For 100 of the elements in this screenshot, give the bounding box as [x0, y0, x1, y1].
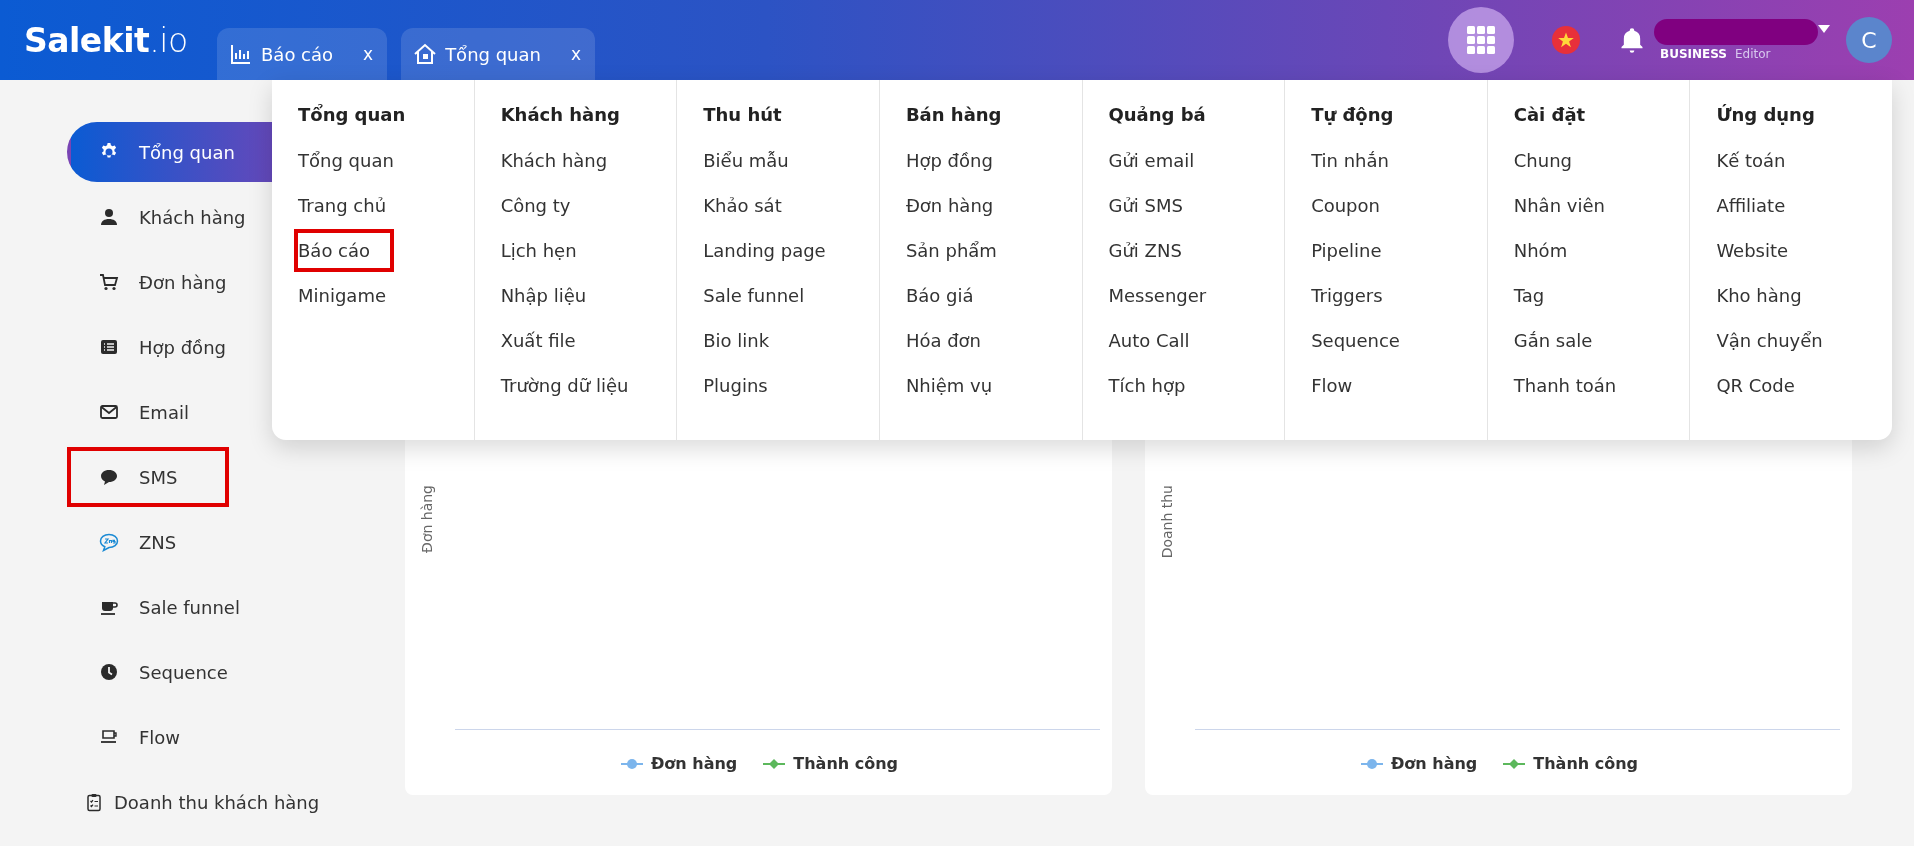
house-icon	[413, 42, 438, 66]
menu-item[interactable]: Trường dữ liệu	[496, 364, 653, 407]
menu-item[interactable]: Nhóm	[1509, 229, 1592, 272]
menu-item[interactable]: Tích hợp	[1104, 364, 1210, 407]
axis-label: Đơn hàng	[419, 485, 435, 553]
sidebar-item[interactable]: Hợp đồng	[67, 317, 254, 377]
menu-item[interactable]: Gửi SMS	[1104, 184, 1207, 227]
menu-heading: Tự động	[1310, 104, 1395, 125]
logo: Salekit.io	[24, 20, 189, 60]
legend-label: Thành công	[793, 754, 899, 773]
menu-item[interactable]: Messenger	[1104, 274, 1231, 317]
sidebar-label: Email	[139, 401, 189, 423]
legend-item[interactable]: Thành công	[763, 754, 899, 773]
legend-item[interactable]: Đơn hàng	[620, 754, 738, 773]
menu-heading: Thu hút	[702, 104, 783, 125]
menu-item[interactable]: Xuất file	[496, 319, 600, 362]
menu-item[interactable]: Gửi ZNS	[1104, 229, 1206, 272]
sidebar-label: Khách hàng	[139, 206, 246, 228]
menu-item[interactable]: Tin nhắn	[1307, 139, 1413, 182]
menu-item[interactable]: Đơn hàng	[901, 184, 1018, 227]
bar-chart-icon	[229, 42, 253, 66]
menu-item[interactable]: Landing page	[699, 229, 850, 272]
legend-item[interactable]: Thành công	[1503, 754, 1639, 773]
flag-icon[interactable]	[1552, 26, 1580, 54]
menu-item[interactable]: Báo giá	[901, 274, 998, 317]
menu-item[interactable]: Khảo sát	[699, 184, 806, 227]
tab[interactable]: Báo cáo x	[217, 28, 388, 80]
sidebar-item[interactable]: Sale funnel	[67, 577, 268, 637]
legend-label: Đơn hàng	[1390, 754, 1478, 773]
menu-item[interactable]: Coupon	[1307, 184, 1404, 227]
menu-item[interactable]: Auto Call	[1104, 319, 1214, 362]
sidebar-item[interactable]: Doanh thu khách hàng	[80, 772, 360, 832]
sidebar-item[interactable]: Đơn hàng	[67, 252, 255, 312]
chat-bubble-icon	[99, 532, 119, 552]
plan-label: BUSINESS	[1660, 47, 1727, 61]
menu-item[interactable]: Tag	[1509, 274, 1569, 317]
menu-item[interactable]: Chung	[1509, 139, 1596, 182]
menu-item[interactable]: Hóa đơn	[901, 319, 1006, 362]
menu-item[interactable]: Báo cáo	[294, 229, 395, 272]
tab[interactable]: Tổng quan x	[401, 28, 596, 80]
menu-item[interactable]: Nhân viên	[1509, 184, 1629, 227]
menu-item[interactable]: Triggers	[1307, 274, 1407, 317]
menu-item[interactable]: Vận chuyển	[1712, 319, 1847, 362]
menu-item[interactable]: Hợp đồng	[901, 139, 1017, 182]
sidebar-item[interactable]: Sequence	[67, 642, 256, 702]
sidebar-label: Đơn hàng	[139, 271, 227, 293]
sidebar-label: Flow	[139, 726, 181, 748]
menu-item[interactable]: Bio link	[699, 319, 794, 362]
sidebar-label: Tổng quan	[139, 141, 235, 163]
cart-icon	[99, 272, 119, 292]
list-icon	[99, 337, 119, 357]
menu-item[interactable]: Thanh toán	[1509, 364, 1641, 407]
menu-item[interactable]: Khách hàng	[496, 139, 632, 182]
menu-item[interactable]: Website	[1712, 229, 1813, 272]
legend-item[interactable]: Đơn hàng	[1360, 754, 1478, 773]
menu-item[interactable]: Pipeline	[1307, 229, 1406, 272]
axis-label: Doanh thu	[1159, 485, 1175, 559]
grid-icon	[1467, 26, 1495, 54]
menu-item[interactable]: Kho hàng	[1712, 274, 1826, 317]
menu-item[interactable]: Trang chủ	[294, 184, 411, 227]
menu-item[interactable]: Sequence	[1307, 319, 1424, 362]
menu-item[interactable]: Biểu mẫu	[699, 139, 813, 182]
tab-label: Báo cáo	[261, 43, 334, 65]
sidebar-item[interactable]: SMS	[67, 447, 229, 507]
menu-item[interactable]: Sale funnel	[699, 274, 829, 317]
close-button[interactable]: x	[363, 44, 374, 64]
sidebar-label: Hợp đồng	[139, 336, 226, 358]
sidebar-label: SMS	[139, 466, 178, 488]
menu-item[interactable]: Công ty	[496, 184, 595, 227]
sidebar-item[interactable]: Khách hàng	[67, 187, 274, 247]
sidebar-item[interactable]: ZNS	[67, 512, 229, 572]
close-button[interactable]: x	[570, 44, 582, 64]
sidebar-item[interactable]: Email	[67, 382, 229, 442]
caret-icon[interactable]	[1818, 25, 1830, 33]
menu-heading: Tổng quan	[297, 104, 407, 125]
menu-item[interactable]: Nhập liệu	[496, 274, 611, 317]
avatar[interactable]: C	[1846, 17, 1892, 63]
clipboard-icon	[84, 792, 104, 812]
menu-item[interactable]: Kế toán	[1712, 139, 1810, 182]
menu-item[interactable]: Plugins	[699, 364, 792, 407]
chat-bubble-icon	[99, 467, 119, 487]
menu-item[interactable]: Sản phẩm	[901, 229, 1021, 272]
sidebar-label: Sale funnel	[139, 596, 240, 618]
tab-label: Tổng quan	[445, 43, 541, 65]
menu-item[interactable]: Gắn sale	[1509, 319, 1617, 362]
sidebar-label: Doanh thu khách hàng	[114, 791, 320, 813]
legend-label: Thành công	[1533, 754, 1639, 773]
menu-item[interactable]: Gửi email	[1104, 139, 1219, 182]
sidebar-item[interactable]: Flow	[67, 707, 229, 767]
menu-item[interactable]: Minigame	[294, 274, 410, 317]
menu-heading: Ứng dụng	[1715, 104, 1816, 125]
menu-item[interactable]: Flow	[1307, 364, 1377, 407]
legend-label: Đơn hàng	[650, 754, 738, 773]
sidebar-label: Sequence	[139, 661, 228, 683]
menu-item[interactable]: Lịch hẹn	[496, 229, 601, 272]
sidebar-label: ZNS	[139, 531, 177, 553]
menu-item[interactable]: Nhiệm vụ	[901, 364, 1017, 407]
menu-item[interactable]: QR Code	[1712, 364, 1819, 407]
menu-item[interactable]: Affiliate	[1712, 184, 1810, 227]
menu-heading: Bán hàng	[904, 104, 1003, 125]
